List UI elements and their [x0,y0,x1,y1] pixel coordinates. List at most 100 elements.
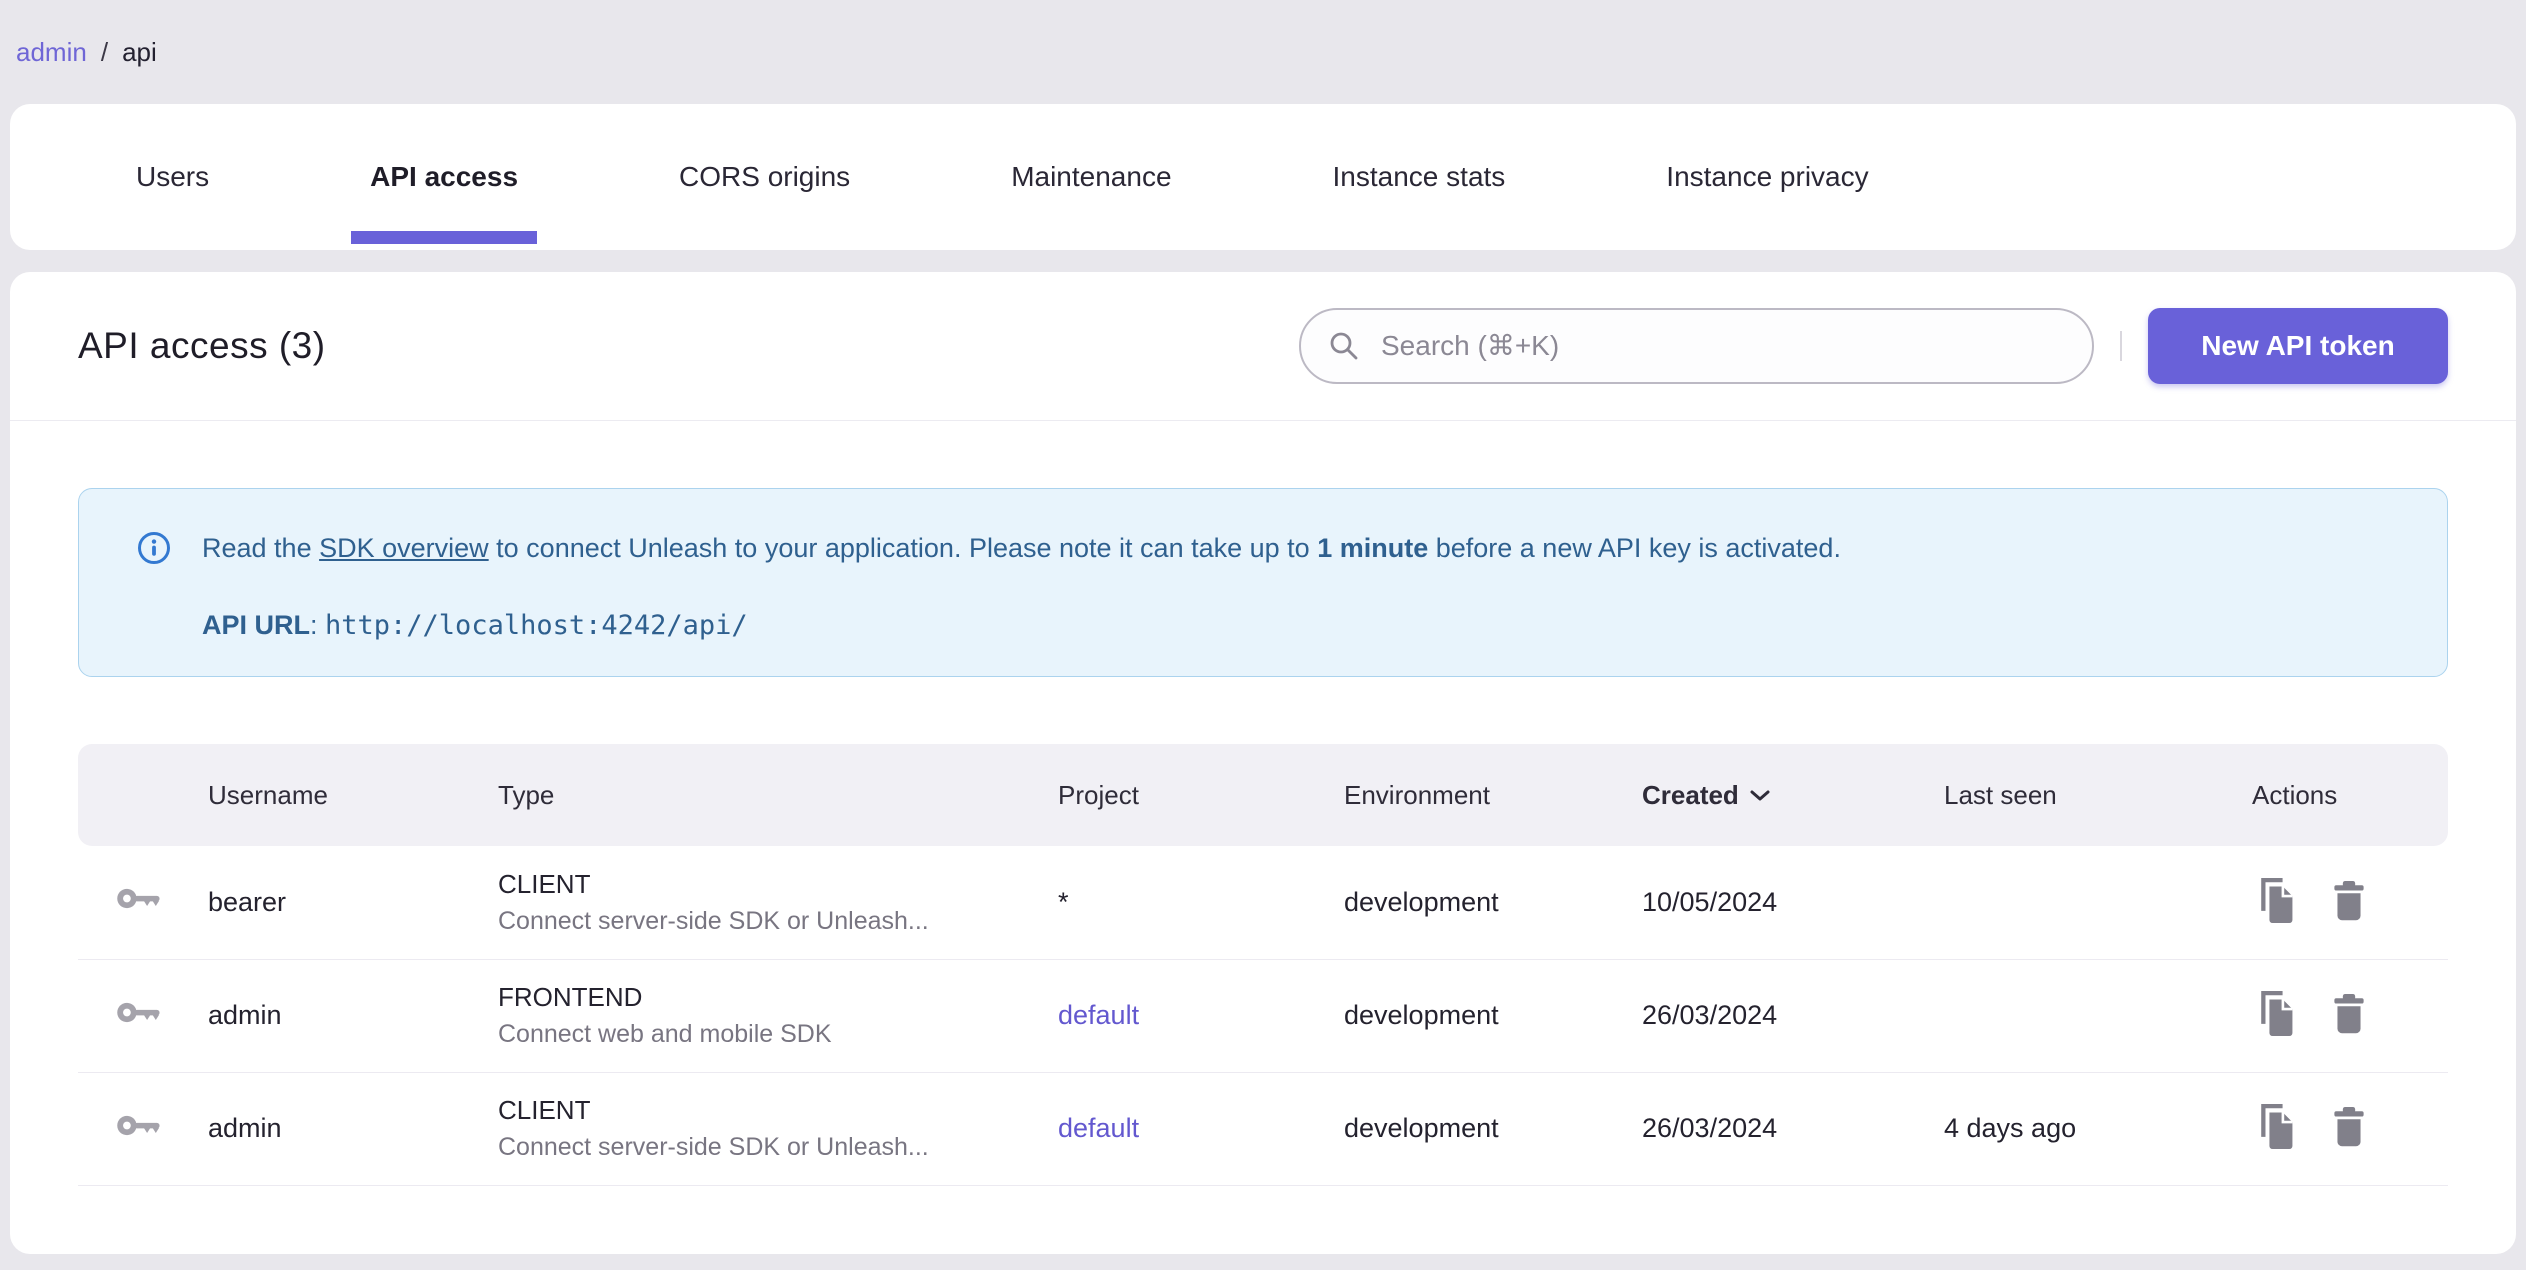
cell-username: admin [208,1113,282,1143]
token-type: CLIENT [498,1095,591,1125]
token-type-description: Connect server-side SDK or Unleash... [498,906,929,935]
banner-text-post: before a new API key is activated. [1428,533,1841,563]
column-header-environment[interactable]: Environment [1344,744,1642,846]
search-input[interactable] [1379,329,2066,363]
banner-text-mid: to connect Unleash to your application. … [488,533,1318,563]
cell-actions [2252,846,2448,959]
card-header: API access (3) New API token [10,272,2516,420]
copy-icon [2261,991,2293,1037]
trash-icon [2333,994,2364,1034]
copy-icon [2261,877,2293,923]
new-api-token-button[interactable]: New API token [2148,308,2448,384]
tab-cors-origins[interactable]: CORS origins [660,104,869,250]
cell-actions [2252,1072,2448,1185]
api-url-separator: : [310,610,326,640]
banner-text-bold: 1 minute [1317,533,1429,563]
header-actions: New API token [1299,308,2448,384]
breadcrumb-separator: / [100,36,109,67]
api-url-label: API URL [202,610,310,640]
column-header-created-label: Created [1642,779,1739,810]
tab-api-access-label: API access [370,161,519,192]
tab-instance-stats[interactable]: Instance stats [1314,104,1525,250]
cell-project: default [1058,1072,1344,1185]
page-title: API access (3) [78,325,326,366]
info-banner: Read the SDK overview to connect Unleash… [78,488,2448,677]
breadcrumb: admin / api [0,0,2526,104]
table-header-row: Username Type Project Environment Create… [78,744,2448,846]
delete-token-button[interactable] [2328,1103,2370,1154]
cell-last-seen [1944,846,2252,959]
tab-instance-privacy-label: Instance privacy [1666,161,1869,192]
cell-username: bearer [208,886,287,917]
cell-last-seen [1944,959,2252,1072]
cell-environment: development [1344,886,1499,917]
token-type-description: Connect server-side SDK or Unleash... [498,1133,929,1161]
banner-text-pre: Read the [202,533,320,563]
api-url-value: http://localhost:4242/api/ [325,610,748,641]
api-url-line: API URL: http://localhost:4242/api/ [202,610,2407,641]
tab-users-label: Users [136,161,210,192]
column-header-username[interactable]: Username [208,744,498,846]
cell-project: * [1058,846,1344,959]
table-row: bearer CLIENT Connect server-side SDK or… [78,846,2448,959]
tab-bar: Users API access CORS origins Maintenanc… [10,104,2516,250]
token-type: FRONTEND [498,982,643,1012]
trash-icon [2333,1107,2364,1147]
active-tab-indicator [351,231,538,244]
breadcrumb-current: api [122,36,157,67]
project-link[interactable]: default [1058,1000,1139,1030]
tab-users[interactable]: Users [117,104,228,250]
search-icon [1330,332,1358,360]
header-divider [2120,331,2122,361]
api-access-card: API access (3) New API token [10,272,2516,1254]
banner-message: Read the SDK overview to connect Unleash… [202,531,1841,565]
chevron-down-icon [1750,790,1770,800]
delete-token-button[interactable] [2328,990,2370,1041]
cell-project: default [1058,959,1344,1072]
column-header-type[interactable]: Type [498,744,1058,846]
breadcrumb-admin-link[interactable]: admin [16,37,87,68]
table-row: admin CLIENT Connect server-side SDK or … [78,1072,2448,1185]
project-wildcard: * [1058,886,1069,917]
cell-environment: development [1344,1000,1499,1030]
cell-created: 26/03/2024 [1642,1000,1778,1030]
tab-api-access[interactable]: API access [351,104,538,250]
sdk-overview-link[interactable]: SDK overview [319,533,489,563]
cell-created: 10/05/2024 [1642,886,1778,917]
cell-created: 26/03/2024 [1642,1113,1778,1143]
tab-cors-origins-label: CORS origins [679,161,851,192]
table-row: admin FRONTEND Connect web and mobile SD… [78,959,2448,1072]
card-body: Read the SDK overview to connect Unleash… [10,421,2516,1186]
cell-type: CLIENT Connect server-side SDK or Unleas… [498,1072,1058,1185]
cell-type: FRONTEND Connect web and mobile SDK [498,959,1058,1072]
column-header-created[interactable]: Created [1642,744,1944,846]
trash-icon [2333,880,2364,920]
token-type-description: Connect web and mobile SDK [498,1020,832,1048]
copy-token-button[interactable] [2252,987,2300,1044]
delete-token-button[interactable] [2328,877,2370,928]
key-icon [117,1115,160,1135]
cell-environment: development [1344,1113,1499,1143]
api-tokens-table: Username Type Project Environment Create… [78,744,2448,1186]
tab-maintenance[interactable]: Maintenance [992,104,1190,250]
key-icon [117,1002,160,1022]
header-icon-spacer [78,744,208,846]
copy-token-button[interactable] [2252,874,2300,931]
cell-last-seen: 4 days ago [1944,1113,2077,1143]
column-header-project[interactable]: Project [1058,744,1344,846]
column-header-last-seen[interactable]: Last seen [1944,744,2252,846]
copy-icon [2261,1104,2293,1150]
column-header-actions: Actions [2252,744,2448,846]
tabs-card: Users API access CORS origins Maintenanc… [10,104,2516,250]
token-type: CLIENT [498,868,591,899]
project-link[interactable]: default [1058,1113,1139,1143]
cell-type: CLIENT Connect server-side SDK or Unleas… [498,846,1058,959]
cell-actions [2252,959,2448,1072]
tab-instance-privacy[interactable]: Instance privacy [1647,104,1887,250]
search-box[interactable] [1299,308,2094,384]
cell-username: admin [208,1000,282,1030]
copy-token-button[interactable] [2252,1100,2300,1157]
key-icon [117,889,160,909]
info-icon [138,532,170,564]
tab-instance-stats-label: Instance stats [1332,161,1506,192]
